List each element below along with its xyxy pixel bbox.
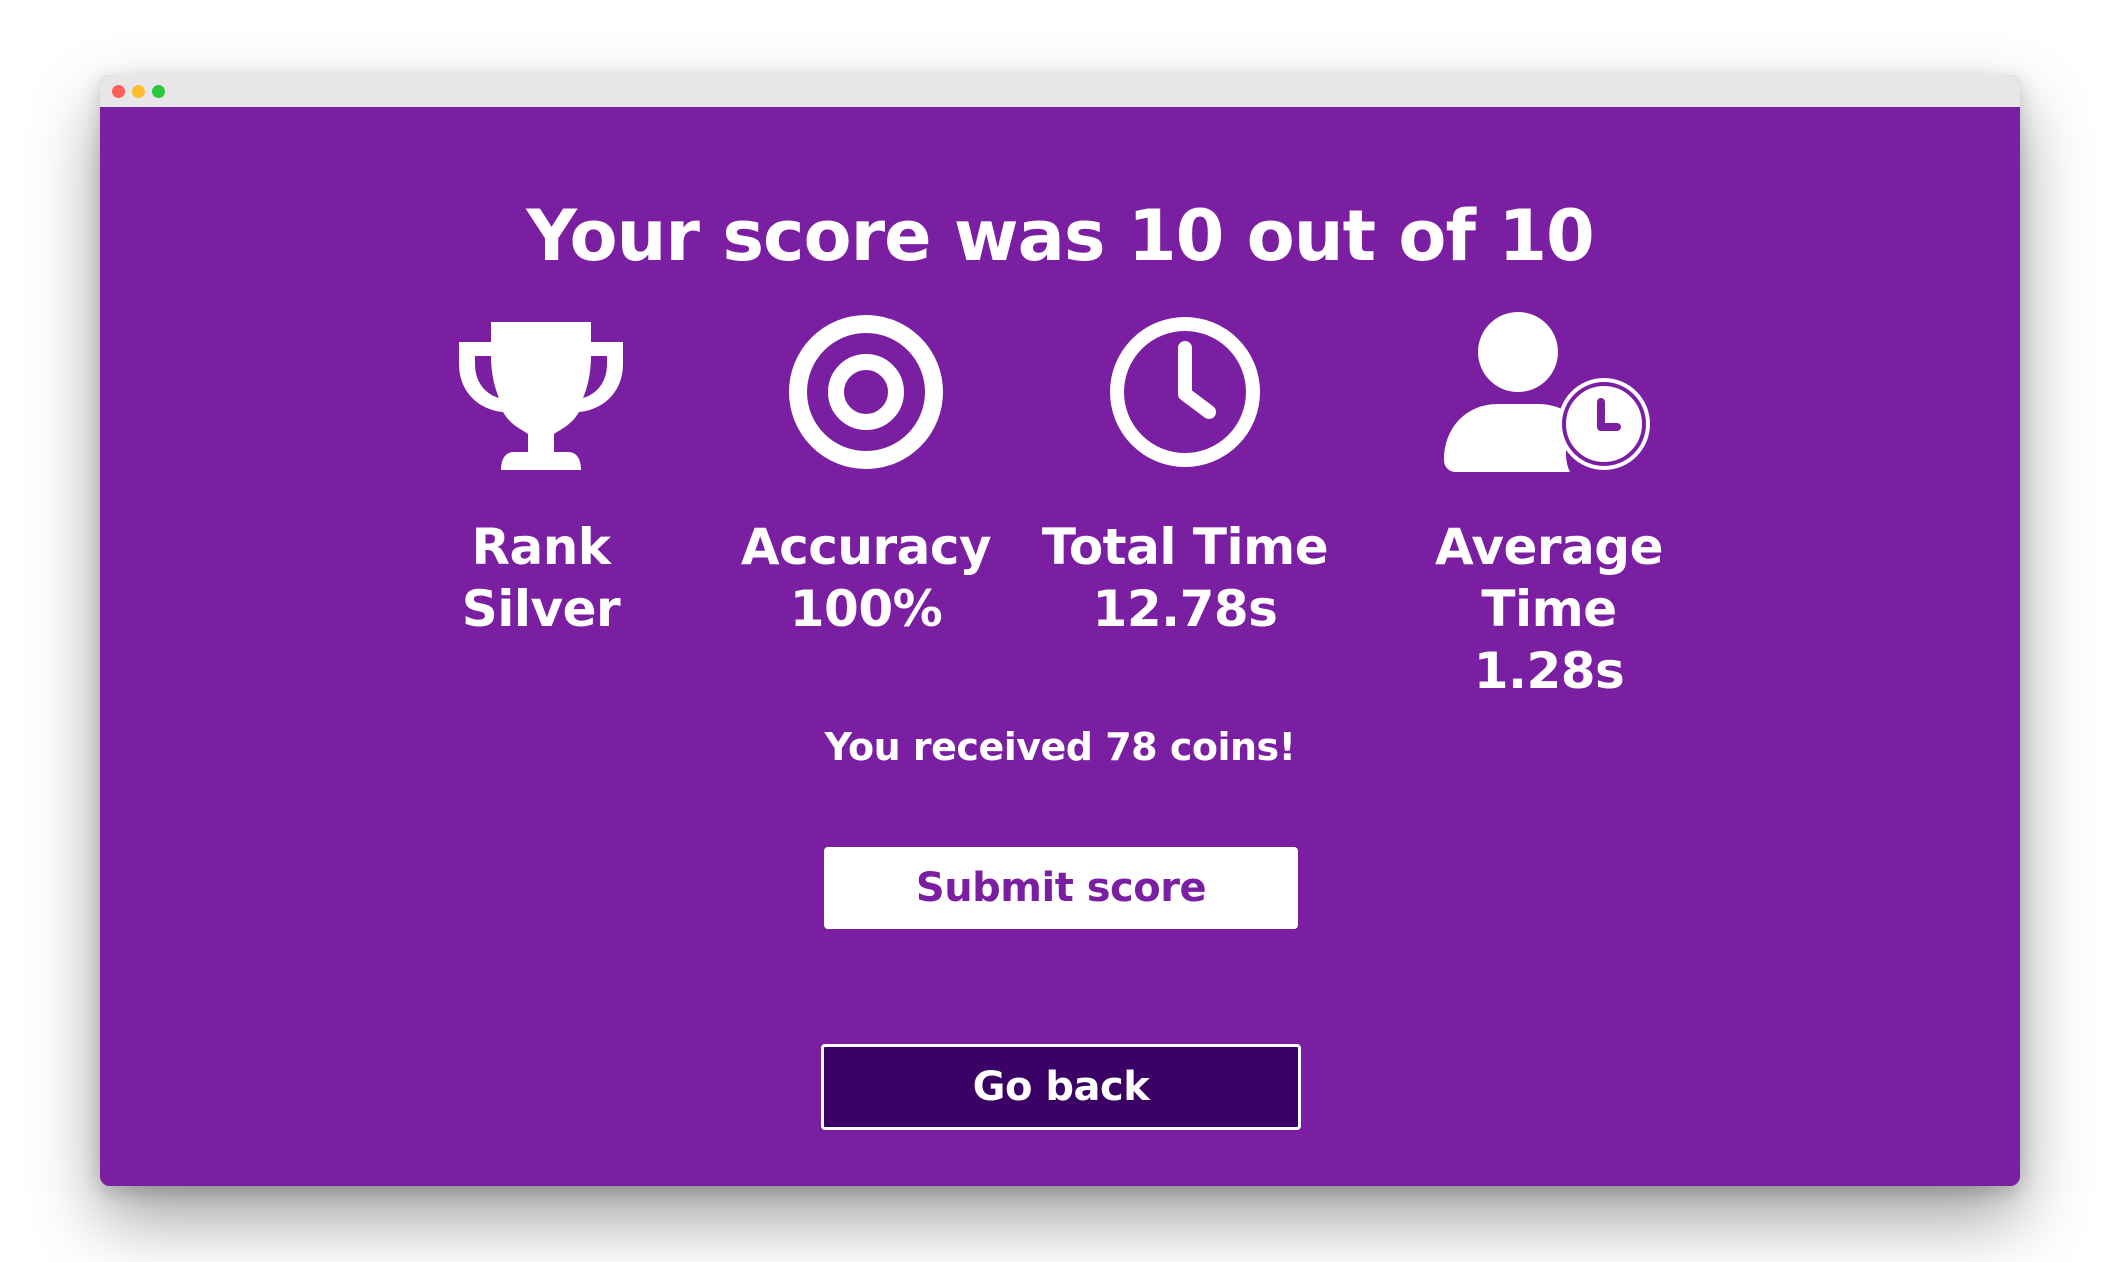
clock-icon bbox=[1110, 317, 1260, 467]
coins-message: You received 78 coins! bbox=[824, 725, 1297, 769]
average-time-label: Average Time bbox=[1434, 518, 1664, 638]
close-window-button[interactable] bbox=[112, 85, 125, 98]
stat-total-time: Total Time 12.78s bbox=[995, 312, 1375, 640]
target-icon bbox=[789, 315, 943, 469]
submit-score-button[interactable]: Submit score bbox=[824, 847, 1298, 929]
score-title: Your score was 10 out of 10 bbox=[526, 195, 1595, 277]
minimize-window-button[interactable] bbox=[132, 85, 145, 98]
results-screen: Your score was 10 out of 10 Rank Silver … bbox=[100, 107, 2020, 1186]
stat-rank: Rank Silver bbox=[351, 312, 731, 640]
go-back-button[interactable]: Go back bbox=[821, 1044, 1301, 1130]
rank-value: Silver bbox=[461, 580, 621, 638]
maximize-window-button[interactable] bbox=[152, 85, 165, 98]
average-time-value: 1.28s bbox=[1473, 642, 1625, 700]
browser-window: Your score was 10 out of 10 Rank Silver … bbox=[100, 75, 2020, 1186]
rank-label: Rank bbox=[471, 518, 611, 576]
user-clock-icon bbox=[1444, 312, 1650, 472]
stat-average-time: Average Time 1.28s bbox=[1359, 312, 1739, 702]
trophy-icon bbox=[459, 322, 623, 470]
window-titlebar bbox=[100, 75, 2020, 107]
total-time-value: 12.78s bbox=[1092, 580, 1278, 638]
total-time-label: Total Time bbox=[1041, 518, 1329, 576]
